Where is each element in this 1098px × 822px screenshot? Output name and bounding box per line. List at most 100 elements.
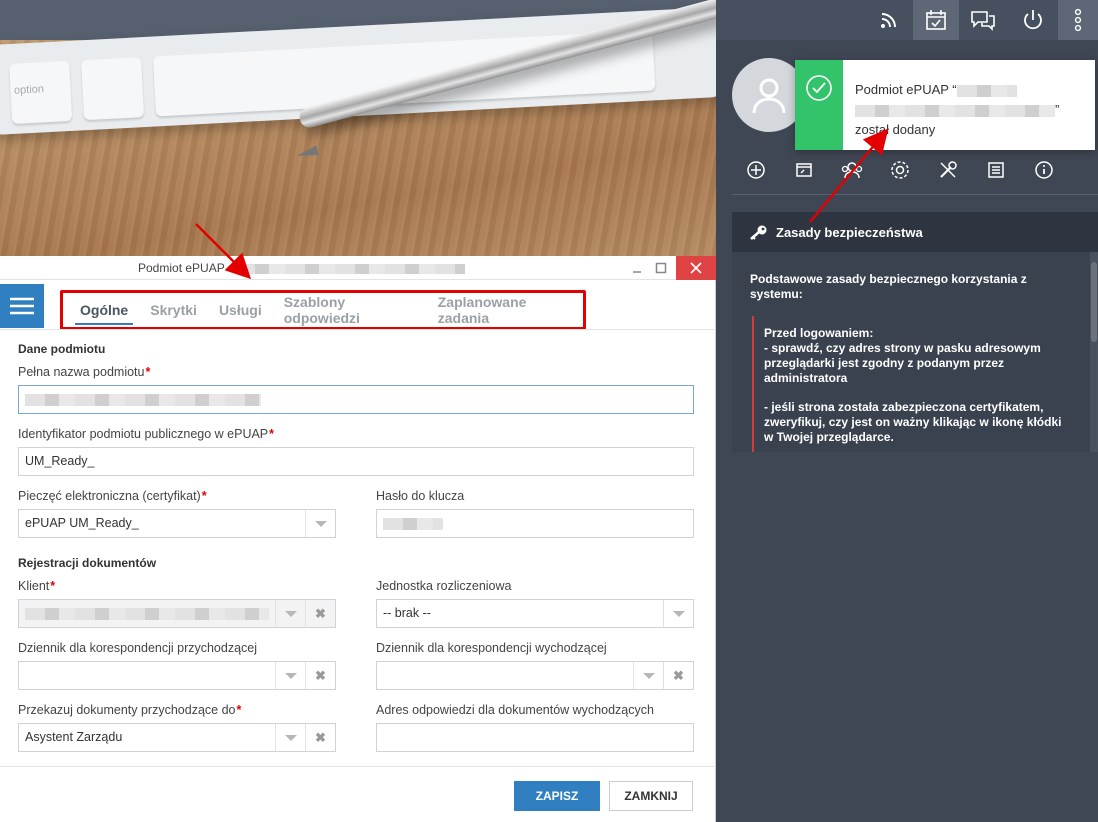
maximize-icon: [655, 262, 667, 274]
outgoing-log-label: Dziennik dla korespondencji wychodzącej: [376, 641, 607, 655]
menu-icon: [10, 297, 34, 315]
dialog-title: Podmiot ePUAP -: [138, 261, 466, 275]
seal-label: Pieczęć elektroniczna (certyfikat)*: [18, 489, 207, 503]
security-intro: Podstawowe zasady bezpiecznego korzystan…: [750, 272, 1027, 301]
seal-value: ePUAP UM_Ready_: [25, 516, 139, 530]
unit-value: -- brak --: [383, 606, 431, 620]
chat-button[interactable]: [960, 0, 1006, 40]
dialog-tabs: Ogólne Skrytki Usługi Szablony odpowiedz…: [60, 290, 586, 330]
redacted-text: [855, 104, 1055, 117]
chevron-down-icon: [314, 520, 327, 527]
user-icon: [752, 78, 786, 114]
full-name-input[interactable]: [18, 385, 694, 414]
client-dropdown-arrow[interactable]: [275, 600, 305, 627]
identifier-value: UM_Ready_: [25, 454, 95, 468]
window-tool[interactable]: [780, 156, 828, 184]
security-rules-header[interactable]: Zasady bezpieczeństwa: [732, 212, 1098, 252]
forward-dropdown-arrow[interactable]: [275, 724, 305, 751]
key-password-input[interactable]: [376, 509, 694, 538]
outgoing-log-clear-button[interactable]: ✖: [663, 662, 693, 689]
seal-dropdown-arrow[interactable]: [305, 510, 335, 537]
rule-text: - sprawdź, czy adres strony w pasku adre…: [764, 341, 1041, 385]
unit-label: Jednostka rozliczeniowa: [376, 579, 512, 593]
add-tool[interactable]: [732, 156, 780, 184]
rss-button[interactable]: [866, 0, 912, 40]
redacted-text: [235, 263, 466, 274]
forward-clear-button[interactable]: ✖: [305, 724, 335, 751]
outgoing-log-dropdown-arrow[interactable]: [633, 662, 663, 689]
chat-icon: [971, 11, 995, 31]
unit-select[interactable]: -- brak --: [376, 599, 694, 628]
list-tool[interactable]: [972, 156, 1020, 184]
tools-toolbar: [732, 156, 1072, 186]
chevron-down-icon: [284, 672, 297, 679]
settings-tool[interactable]: [876, 156, 924, 184]
chevron-down-icon: [284, 734, 297, 741]
forward-label: Przekazuj dokumenty przychodzące do*: [18, 703, 241, 717]
rss-icon: [881, 13, 896, 28]
dialog-titlebar[interactable]: Podmiot ePUAP -: [0, 256, 716, 280]
save-button[interactable]: ZAPISZ: [514, 781, 600, 811]
redacted-text: [956, 84, 1017, 97]
users-tool[interactable]: [828, 156, 876, 184]
security-scrollbar[interactable]: [1090, 252, 1098, 452]
plus-circle-icon: [747, 161, 765, 179]
logout-button[interactable]: [1010, 0, 1056, 40]
tab-mailboxes[interactable]: Skrytki: [139, 293, 208, 327]
full-name-label: Pełna nazwa podmiotu*: [18, 365, 150, 379]
key-icon: [748, 224, 768, 240]
section-document-registration: Rejestracji dokumentów: [18, 556, 157, 570]
close-button[interactable]: ZAMKNIJ: [609, 781, 693, 811]
background-photo: option: [0, 0, 716, 256]
reply-address-input[interactable]: [376, 723, 694, 752]
gear-icon: [891, 161, 909, 179]
scroll-thumb[interactable]: [1091, 262, 1097, 342]
clear-icon: ✖: [315, 605, 326, 621]
maximize-button[interactable]: [650, 256, 672, 280]
top-header: [716, 0, 1098, 40]
identifier-input[interactable]: UM_Ready_: [18, 447, 694, 476]
tab-general[interactable]: Ogólne: [69, 293, 139, 327]
identifier-label-text: Identyfikator podmiotu publicznego w ePU…: [18, 427, 269, 441]
tab-services[interactable]: Usługi: [208, 293, 273, 327]
unit-dropdown-arrow[interactable]: [663, 600, 693, 627]
minimize-button[interactable]: [626, 256, 648, 280]
forward-label-text: Przekazuj dokumenty przychodzące do: [18, 703, 236, 717]
chevron-down-icon: [672, 610, 685, 617]
client-label: Klient*: [18, 579, 55, 593]
redacted-text: [25, 393, 261, 406]
divider: [732, 194, 1098, 195]
chevron-down-icon: [284, 610, 297, 617]
required-mark: *: [236, 703, 242, 717]
wrench-icon: [940, 161, 957, 178]
tab-reply-templates[interactable]: Szablony odpowiedzi: [273, 293, 427, 327]
hamburger-menu-button[interactable]: [0, 284, 44, 328]
incoming-log-dropdown-arrow[interactable]: [275, 662, 305, 689]
power-icon: [1024, 10, 1042, 30]
keyboard-key: [81, 57, 145, 121]
calendar-check-icon: [926, 10, 946, 30]
dialog-close-button[interactable]: [676, 256, 716, 280]
rule-title: Przed logowaniem:: [764, 326, 874, 340]
success-toast[interactable]: Podmiot ePUAP “ ” został dodany: [795, 60, 1095, 150]
key-password-label: Hasło do klucza: [376, 489, 465, 503]
minimize-icon: [633, 271, 641, 273]
tools-tool[interactable]: [924, 156, 972, 184]
calendar-button[interactable]: [913, 0, 959, 40]
forward-select[interactable]: Asystent Zarządu ✖: [18, 723, 336, 752]
incoming-log-label: Dziennik dla korespondencji przychodzące…: [18, 641, 258, 655]
tab-scheduled-tasks[interactable]: Zaplanowane zadania: [427, 293, 583, 327]
forward-value: Asystent Zarządu: [25, 730, 123, 744]
clear-icon: ✖: [673, 667, 684, 683]
more-button[interactable]: [1058, 0, 1098, 40]
rule-text: - jeśli strona została zabezpieczona cer…: [764, 400, 1062, 444]
client-clear-button[interactable]: ✖: [305, 600, 335, 627]
incoming-log-clear-button[interactable]: ✖: [305, 662, 335, 689]
client-select[interactable]: ✖: [18, 599, 336, 628]
tabs-divider: [0, 329, 716, 330]
outgoing-log-select[interactable]: ✖: [376, 661, 694, 690]
info-tool[interactable]: [1020, 156, 1068, 184]
seal-select[interactable]: ePUAP UM_Ready_: [18, 509, 336, 538]
incoming-log-select[interactable]: ✖: [18, 661, 336, 690]
security-rules-body: Podstawowe zasady bezpiecznego korzystan…: [732, 252, 1090, 452]
